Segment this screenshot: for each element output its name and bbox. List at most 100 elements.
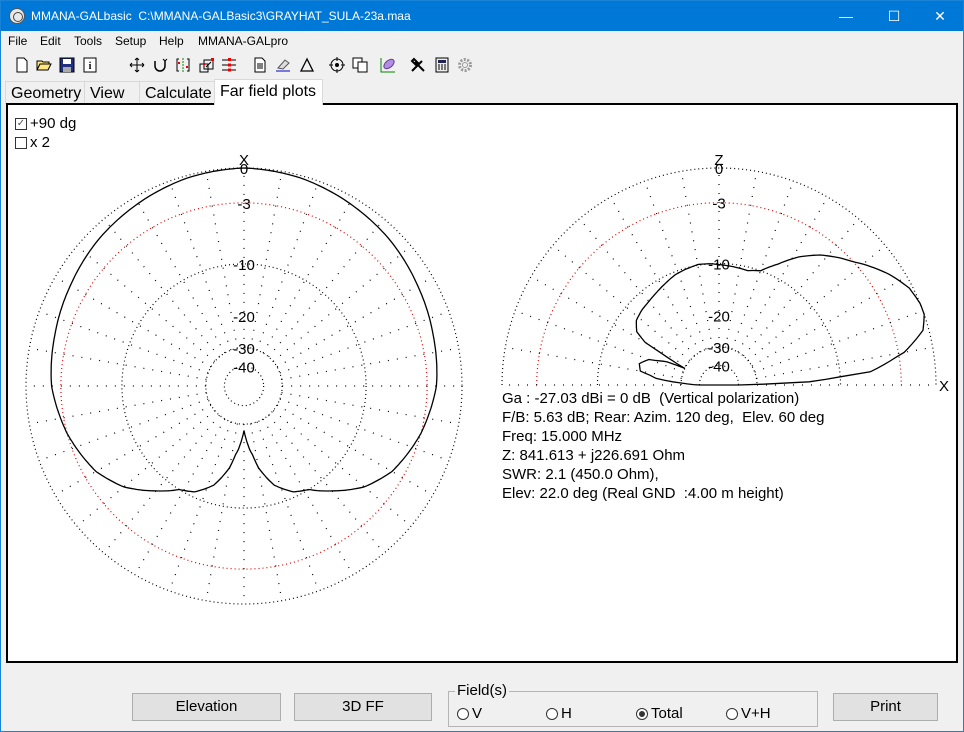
spoke-210 [134,418,226,576]
open-folder-icon[interactable] [35,55,53,75]
menu-tools[interactable]: Tools [74,34,102,48]
spoke-150 [530,275,687,367]
spoke-120 [276,404,434,496]
save-disk-icon[interactable] [58,55,76,75]
ring-label: -30 [233,341,255,358]
rotate-icon[interactable] [151,55,169,75]
bottom-controls: Elevation 3D FF Field(s) V H Total V+H P… [1,663,963,731]
tab-geometry[interactable]: Geometry [5,81,85,104]
new-file-icon[interactable] [13,55,31,75]
menu-mmana-galpro[interactable]: MMANA-GALpro [198,34,288,48]
tab-view[interactable]: View [84,81,140,104]
fields-group: Field(s) V H Total V+H [448,682,818,727]
spoke-310 [76,245,216,362]
spoke-220 [103,414,220,554]
spoke-110 [279,398,450,462]
radio-off-icon[interactable] [457,707,469,720]
radio-off-icon[interactable] [546,707,558,720]
eraser-icon[interactable] [274,55,292,75]
spoke-250 [38,398,209,462]
info-icon[interactable]: i [81,55,99,75]
ring-2 [121,263,367,509]
elevation-plot: 0-3-10-20-30-40ZX [501,152,949,395]
spoke-30 [751,275,908,367]
window-title: MMANA-GALbasic C:\MMANA-GALBasic3\GRAYHA… [31,9,411,23]
3d-ff-button[interactable]: 3D FF [294,693,432,721]
split-wire-icon[interactable] [174,55,192,75]
radio-total[interactable]: Total [636,705,683,722]
ring-label: -30 [708,340,730,357]
radio-off-icon[interactable] [726,707,738,720]
radio-h[interactable]: H [546,705,572,722]
spoke-320 [103,218,220,358]
radio-v-plus-h[interactable]: V+H [726,705,771,722]
print-button[interactable]: Print [833,693,938,721]
spoke-300 [54,276,212,368]
triangle-icon[interactable] [298,55,316,75]
spoke-130 [579,218,696,357]
ring-0 [25,167,463,605]
front-back-readout: F/B: 5.63 dB; Rear: Azim. 120 deg, Elev.… [502,409,825,426]
radio-total-label: Total [651,705,683,722]
radio-h-label: H [561,705,572,722]
fields-legend: Field(s) [455,682,510,699]
menu-setup[interactable]: Setup [115,34,146,48]
spoke-50 [742,218,859,357]
far-field-plot-area: ✓ +90 dg x 2 0-3-10-20-30-40XY 0-3-10-20… [6,103,958,663]
spoke-10 [250,171,283,349]
calculator-icon[interactable] [433,55,451,75]
svg-text:i: i [89,61,92,72]
spoke-100 [281,392,459,425]
copy-icon[interactable] [351,55,369,75]
spoke-60 [737,196,829,353]
impedance-readout: Z: 841.613 + j226.691 Ohm [502,447,686,464]
move-arrows-icon[interactable] [128,55,146,75]
menu-edit[interactable]: Edit [40,34,61,48]
elevation-readout: Elev: 22.0 deg (Real GND :4.00 m height) [502,485,784,502]
radio-v[interactable]: V [457,705,482,722]
ring-label: -3 [237,196,250,213]
lobe-pattern-icon[interactable] [379,55,397,75]
pattern-curve-total [635,254,925,386]
menu-file[interactable]: File [8,34,27,48]
elevation-button[interactable]: Elevation [132,693,281,721]
close-button[interactable]: ✕ [917,1,963,31]
ring-label: -20 [708,309,730,326]
spoke-70 [731,180,794,350]
spoke-140 [552,245,691,362]
tab-far-field-plots[interactable]: Far field plots [214,79,323,105]
spoke-190 [205,423,238,601]
spoke-240 [54,404,212,496]
pattern-curve-total [50,167,438,493]
spoke-130 [272,410,412,527]
menu-help[interactable]: Help [159,34,184,48]
swr-readout: SWR: 2.1 (450.0 Ohm), [502,466,659,483]
scale-icon[interactable] [198,55,216,75]
spoke-30 [262,196,354,354]
ring-label: -3 [712,196,725,213]
radio-on-icon[interactable] [636,707,648,720]
spoke-200 [168,421,232,592]
spoke-50 [272,245,412,362]
ring-label: -10 [233,257,255,274]
minimize-button[interactable]: — [823,1,869,31]
spoke-80 [281,347,459,380]
settings-gear-icon[interactable] [456,55,474,75]
spoke-80 [725,171,758,348]
document-icon[interactable] [251,55,269,75]
spoke-120 [609,196,701,353]
spoke-330 [134,196,226,354]
tools-icon[interactable] [409,55,427,75]
wire-list-icon[interactable] [220,55,238,75]
target-icon[interactable] [328,55,346,75]
radio-v-plus-h-label: V+H [741,705,771,722]
toolbar: i [1,53,963,77]
title-bar[interactable]: MMANA-GALbasic C:\MMANA-GALBasic3\GRAYHA… [1,1,963,31]
spoke-40 [747,245,886,362]
tab-calculate[interactable]: Calculate [139,81,215,104]
radio-v-label: V [472,705,483,722]
maximize-button[interactable]: ☐ [871,1,917,31]
frequency-readout: Freq: 15.000 MHz [502,428,623,445]
spoke-170 [250,423,283,601]
ring-label: -40 [233,359,255,376]
